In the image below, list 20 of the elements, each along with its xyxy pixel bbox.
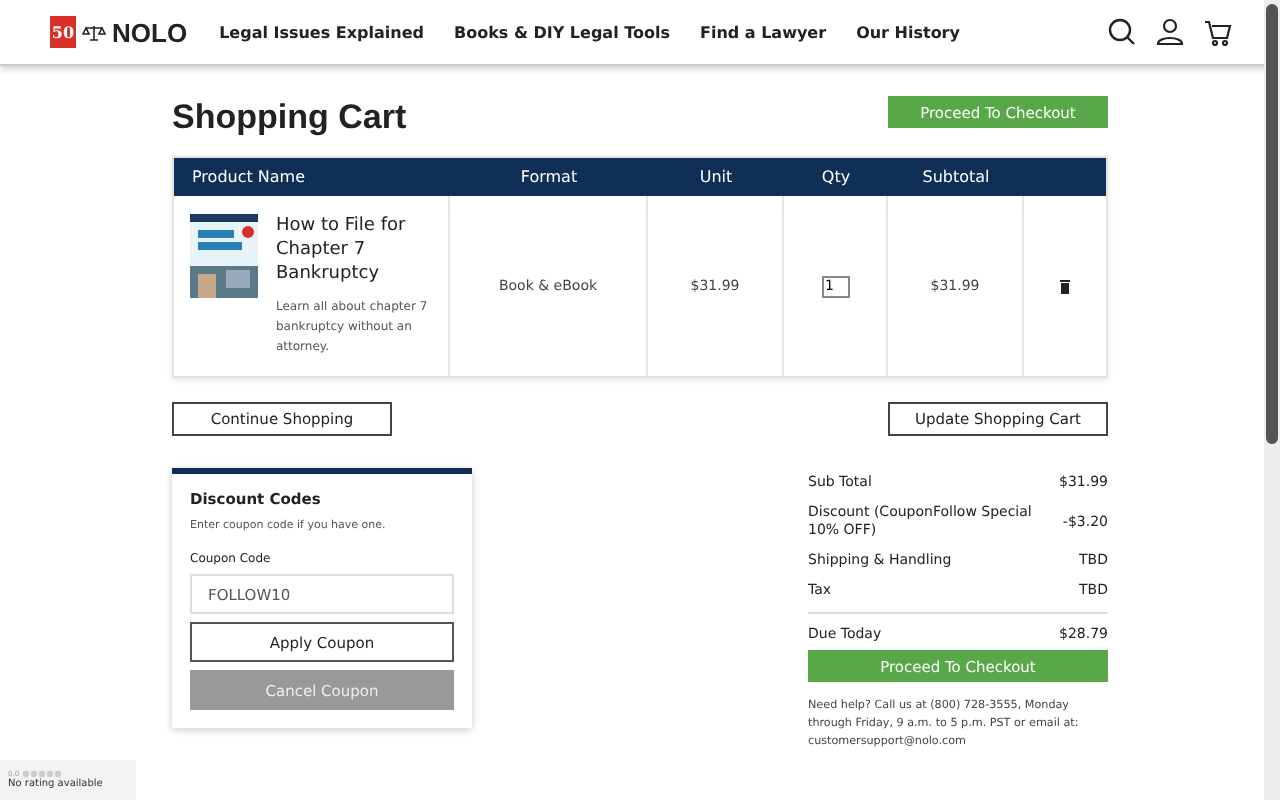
search-icon[interactable] — [1108, 18, 1136, 46]
product-title[interactable]: How to File for Chapter 7 Bankruptcy — [276, 214, 432, 286]
column-header: Subtotal — [888, 158, 1024, 196]
nav-link[interactable]: Legal Issues Explained — [219, 23, 424, 41]
site-logo[interactable]: NOLO — [112, 17, 188, 47]
scrollbar[interactable] — [1264, 0, 1280, 800]
cart-icon[interactable] — [1204, 19, 1232, 45]
column-header — [1024, 158, 1106, 196]
column-header: Product Name — [174, 158, 450, 196]
column-header: Unit — [648, 158, 784, 196]
user-icon[interactable] — [1156, 18, 1184, 46]
nav-link[interactable]: Books & DIY Legal Tools — [454, 23, 670, 41]
nav-link[interactable]: Our History — [856, 23, 960, 41]
page-title: Shopping Cart — [172, 98, 407, 138]
trash-icon[interactable] — [1060, 279, 1070, 293]
nav-link[interactable]: Find a Lawyer — [699, 23, 827, 41]
column-header: Qty — [784, 158, 888, 196]
anniversary-badge: 50 — [50, 16, 76, 48]
scales-icon — [82, 23, 106, 41]
column-header: Format — [450, 158, 648, 196]
